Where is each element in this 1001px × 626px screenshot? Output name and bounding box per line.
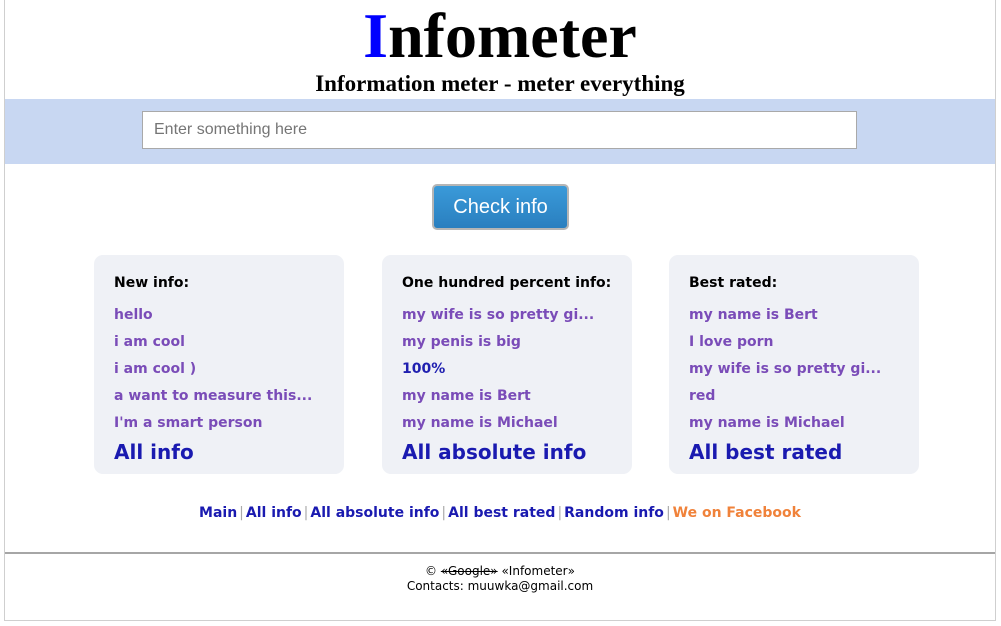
nav-main[interactable]: Main: [199, 505, 237, 521]
copyright-line: © «Google» «Infometer»: [5, 564, 995, 579]
list-item[interactable]: my name is Michael: [402, 410, 632, 437]
footer-divider: [5, 552, 995, 554]
site-tagline: Information meter - meter everything: [315, 71, 685, 96]
list-item[interactable]: my name is Bert: [402, 383, 632, 410]
nav-facebook[interactable]: We on Facebook: [673, 505, 801, 521]
nav-separator: |: [665, 505, 671, 521]
card-hundred-percent-info: One hundred percent info: my wife is so …: [382, 255, 632, 474]
list-item[interactable]: a want to measure this...: [114, 383, 344, 410]
nav-separator: |: [557, 505, 563, 521]
copyright-symbol: ©: [425, 564, 438, 578]
card-title: Best rated:: [689, 275, 778, 291]
site-logo[interactable]: Infometer: [5, 0, 995, 72]
list-item[interactable]: my name is Bert: [689, 302, 919, 329]
page-container: Infometer Information meter - meter ever…: [4, 0, 996, 621]
nav-all-best-rated[interactable]: All best rated: [448, 505, 555, 521]
nav-random-info[interactable]: Random info: [564, 505, 664, 521]
list-item[interactable]: red: [689, 383, 919, 410]
contacts: Contacts: muuwka@gmail.com: [406, 579, 594, 593]
nav-separator: |: [441, 505, 447, 521]
list-item[interactable]: i am cool ): [114, 356, 344, 383]
search-band: [5, 99, 995, 164]
list-item[interactable]: i am cool: [114, 329, 344, 356]
list-item[interactable]: hello: [114, 302, 344, 329]
list-item[interactable]: I'm a smart person: [114, 410, 344, 437]
check-info-button[interactable]: Check info: [432, 184, 569, 230]
all-best-rated-link[interactable]: All best rated: [689, 437, 919, 467]
list-item[interactable]: 100%: [402, 356, 632, 383]
card-title: One hundred percent info:: [402, 275, 612, 291]
card-title: New info:: [114, 275, 190, 291]
logo-rest: nfometer: [388, 0, 637, 71]
brand-text: «Infometer»: [501, 564, 575, 578]
list-item[interactable]: I love porn: [689, 329, 919, 356]
list-item[interactable]: my wife is so pretty gi...: [402, 302, 632, 329]
struck-google: «Google»: [440, 564, 498, 578]
all-absolute-info-link[interactable]: All absolute info: [402, 437, 632, 467]
footer-nav: Main | All info | All absolute info | All best…: [5, 503, 995, 523]
card-best-rated: Best rated: my name is Bert I love porn …: [669, 255, 919, 474]
card-new-info: New info: hello i am cool i am cool ) a …: [94, 255, 344, 474]
list-item[interactable]: my wife is so pretty gi...: [689, 356, 919, 383]
search-input[interactable]: [142, 111, 857, 149]
all-info-link[interactable]: All info: [114, 437, 344, 467]
copyright: © «Google» «Infometer» Contacts: muuwka@…: [5, 564, 995, 594]
nav-all-absolute-info[interactable]: All absolute info: [310, 505, 439, 521]
list-item[interactable]: my name is Michael: [689, 410, 919, 437]
logo-first-letter: I: [363, 0, 389, 71]
nav-all-info[interactable]: All info: [246, 505, 302, 521]
nav-separator: |: [239, 505, 244, 521]
list-item[interactable]: my penis is big: [402, 329, 632, 356]
